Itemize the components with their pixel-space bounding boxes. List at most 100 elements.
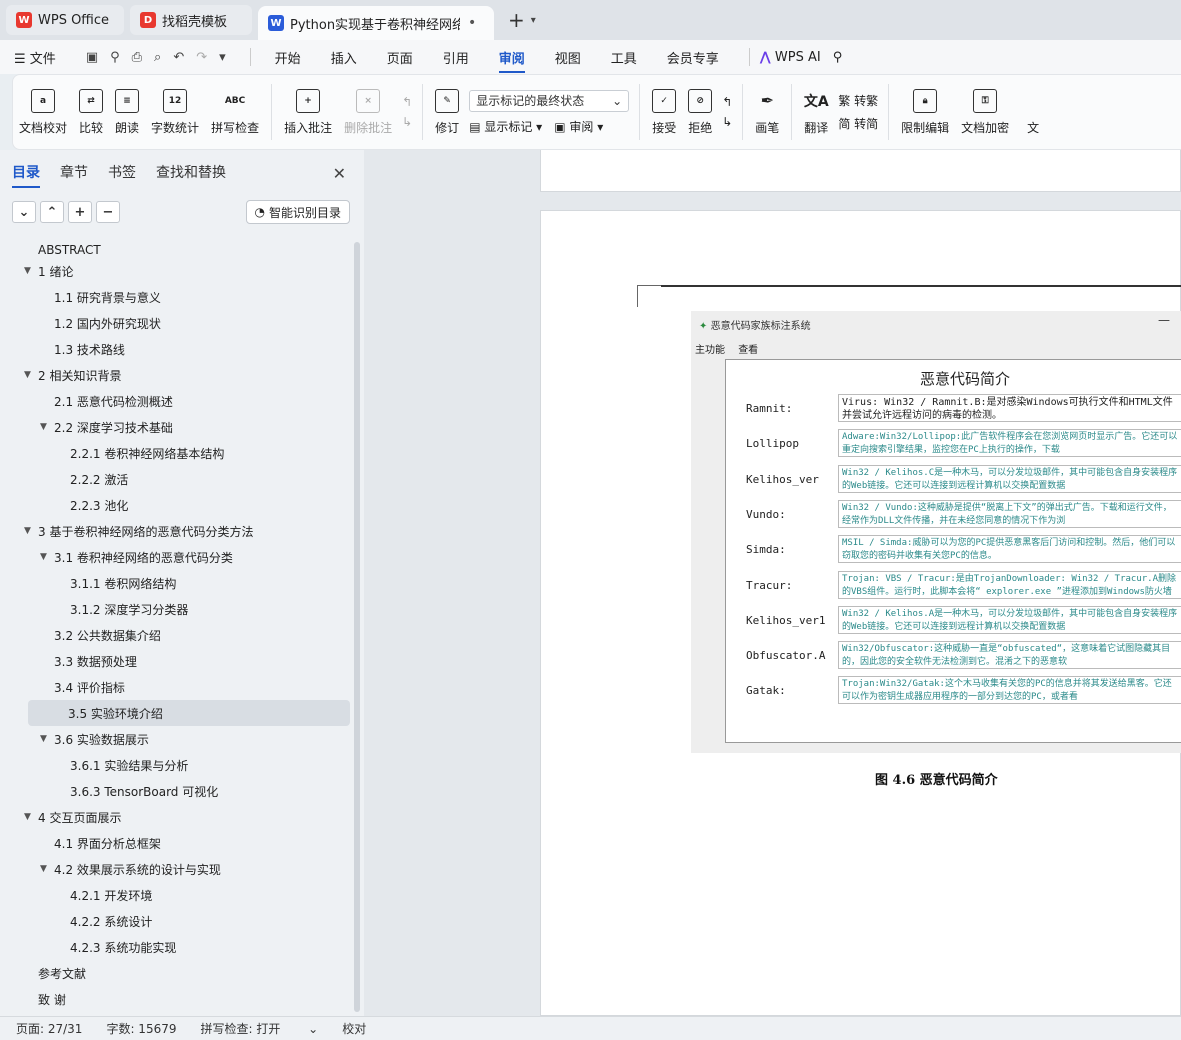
page-count[interactable]: 页面: 27/31 (16, 1020, 82, 1037)
toc-item[interactable]: 4.2.3 系统功能实现 (0, 934, 352, 960)
tab-wps-office[interactable]: W WPS Office (6, 5, 124, 35)
expand-arrow-icon[interactable]: ▼ (40, 552, 54, 562)
toc-item[interactable]: 1.3 技术路线 (0, 336, 352, 362)
menu-insert[interactable]: 插入 (331, 48, 357, 67)
expand-arrow-icon[interactable]: ▼ (24, 370, 38, 380)
plus-icon[interactable]: + (68, 201, 92, 223)
word-count-button[interactable]: 12 字数统计 (145, 80, 205, 144)
share-icon[interactable]: ⚲ (110, 50, 120, 65)
doc-check-button[interactable]: a 文档校对 (13, 80, 73, 144)
toc-item[interactable]: 4.2.2 系统设计 (0, 908, 352, 934)
proof-status[interactable]: 校对 (342, 1020, 366, 1037)
quick-access-chevron-icon[interactable]: ▾ (219, 50, 226, 65)
close-icon[interactable]: ✕ (333, 164, 346, 183)
pen-button[interactable]: ✒ 画笔 (749, 80, 785, 144)
toc-item[interactable]: 2.1 恶意代码检测概述 (0, 388, 352, 414)
new-tab-icon[interactable]: + (508, 8, 525, 32)
print-preview-icon[interactable]: ⌕ (154, 50, 161, 65)
menu-tools[interactable]: 工具 (611, 48, 637, 67)
toc-item[interactable]: ▼ 3.6 实验数据展示 (0, 726, 352, 752)
review-pane-button[interactable]: ▣ 审阅 ▾ (554, 118, 603, 135)
print-icon[interactable]: ⎙ (132, 50, 142, 65)
toc-item[interactable]: ▼ 1 绪论 (0, 258, 352, 284)
next-change-icon[interactable]: ↳ (722, 115, 732, 129)
toc-item[interactable]: 4.2.1 开发环境 (0, 882, 352, 908)
toc-item[interactable]: 致 谢 (0, 986, 352, 1012)
expand-arrow-icon[interactable]: ▼ (40, 864, 54, 874)
file-menu[interactable]: ☰ 文件 (14, 48, 56, 67)
expand-arrow-icon[interactable]: ▼ (24, 526, 38, 536)
toc-item[interactable]: 参考文献 (0, 960, 352, 986)
accept-button[interactable]: ✓ 接受 (646, 80, 682, 144)
wps-ai-button[interactable]: ⋀ WPS AI (760, 50, 821, 65)
expand-arrow-icon[interactable]: ▼ (40, 734, 54, 744)
toc-item[interactable]: 3.5 实验环境介绍 (28, 700, 350, 726)
word-count[interactable]: 字数: 15679 (106, 1020, 176, 1037)
expand-arrow-icon[interactable]: ▼ (24, 812, 38, 822)
toc-item[interactable]: 2.2.1 卷积神经网络基本结构 (0, 440, 352, 466)
toc-item[interactable]: 3.4 评价指标 (0, 674, 352, 700)
tab-document[interactable]: W Python实现基于卷积神经网络 • (258, 6, 494, 40)
more-doc-button[interactable]: 文 (1015, 80, 1051, 144)
minus-icon[interactable]: − (96, 201, 120, 223)
toc-item[interactable]: 2.2.3 池化 (0, 492, 352, 518)
prev-comment-icon[interactable]: ↰ (402, 95, 412, 109)
toc-item[interactable]: ▼ 2.2 深度学习技术基础 (0, 414, 352, 440)
menu-review[interactable]: 审阅 (498, 42, 525, 73)
expand-arrow-icon[interactable]: ▼ (40, 422, 54, 432)
menu-start[interactable]: 开始 (275, 48, 301, 67)
chevron-down-icon[interactable]: ⌄ (12, 201, 36, 223)
menu-page[interactable]: 页面 (387, 48, 413, 67)
tab-find-replace[interactable]: 查找和替换 (156, 162, 226, 182)
tab-toc[interactable]: 目录 (12, 156, 40, 188)
tab-bookmarks[interactable]: 书签 (108, 162, 136, 182)
undo-icon[interactable]: ↶ (173, 50, 184, 65)
menu-view[interactable]: 视图 (555, 48, 581, 67)
tab-chapters[interactable]: 章节 (60, 162, 88, 182)
next-comment-icon[interactable]: ↳ (402, 115, 412, 129)
smart-toc-button[interactable]: ◔ 智能识别目录 (245, 200, 350, 224)
document-page[interactable]: ✦ 恶意代码家族标注系统 — 主功能 查看 恶意代码简介 Ramnit: Viru… (540, 210, 1181, 1016)
toc-item[interactable]: 3.1.2 深度学习分类器 (0, 596, 352, 622)
to-simplified-button[interactable]: 简 转简 (838, 115, 878, 132)
spell-status[interactable]: 拼写检查: 打开 ⌄ (201, 1020, 319, 1037)
toc-item[interactable]: ▼ 4.2 效果展示系统的设计与实现 (0, 856, 352, 882)
prev-change-icon[interactable]: ↰ (722, 95, 732, 109)
toc-item[interactable]: 3.2 公共数据集介绍 (0, 622, 352, 648)
restrict-edit-button[interactable]: 🔒︎ 限制编辑 (895, 80, 955, 144)
toc-item[interactable]: ABSTRACT (0, 242, 352, 258)
tab-template[interactable]: D 找稻壳模板 (130, 5, 252, 35)
show-markup-button[interactable]: ▤ 显示标记 ▾ (469, 118, 542, 135)
toc-item[interactable]: 3.3 数据预处理 (0, 648, 352, 674)
reject-button[interactable]: ⊘ 拒绝 (682, 80, 718, 144)
menu-reference[interactable]: 引用 (443, 48, 469, 67)
translate-button[interactable]: 文A 翻译 (798, 80, 834, 144)
redo-icon[interactable]: ↷ (196, 50, 207, 65)
toc-item[interactable]: ▼ 2 相关知识背景 (0, 362, 352, 388)
spell-check-button[interactable]: ABC 拼写检查 (205, 80, 265, 144)
toc-item[interactable]: 2.2.2 激活 (0, 466, 352, 492)
toc-item[interactable]: ▼ 3.1 卷积神经网络的恶意代码分类 (0, 544, 352, 570)
compare-button[interactable]: ⇄ 比较 (73, 80, 109, 144)
insert-comment-button[interactable]: + 插入批注 (278, 80, 338, 144)
toc-item[interactable]: 3.1.1 卷积网络结构 (0, 570, 352, 596)
chevron-up-icon[interactable]: ⌃ (40, 201, 64, 223)
toc-item[interactable]: ▼ 4 交互页面展示 (0, 804, 352, 830)
toc-item[interactable]: 3.6.3 TensorBoard 可视化 (0, 778, 352, 804)
toc-item[interactable]: 1.2 国内外研究现状 (0, 310, 352, 336)
toc-scrollbar[interactable] (354, 242, 360, 1012)
search-icon[interactable]: ⚲ (833, 50, 843, 65)
save-icon[interactable]: ▣ (86, 50, 98, 65)
revise-button[interactable]: ✎ 修订 (429, 80, 465, 144)
toc-item[interactable]: ▼ 3 基于卷积神经网络的恶意代码分类方法 (0, 518, 352, 544)
read-aloud-button[interactable]: ≡ 朗读 (109, 80, 145, 144)
tab-list-chevron-icon[interactable]: ▾ (531, 15, 536, 26)
expand-arrow-icon[interactable]: ▼ (24, 266, 38, 276)
delete-comment-button[interactable]: × 删除批注 (338, 80, 398, 144)
toc-item[interactable]: 3.6.1 实验结果与分析 (0, 752, 352, 778)
toc-item[interactable]: 4.1 界面分析总框架 (0, 830, 352, 856)
doc-encrypt-button[interactable]: ⚿ 文档加密 (955, 80, 1015, 144)
toc-item[interactable]: 1.1 研究背景与意义 (0, 284, 352, 310)
menu-member[interactable]: 会员专享 (667, 48, 719, 67)
markup-state-select[interactable]: 显示标记的最终状态 ⌄ (469, 89, 630, 112)
